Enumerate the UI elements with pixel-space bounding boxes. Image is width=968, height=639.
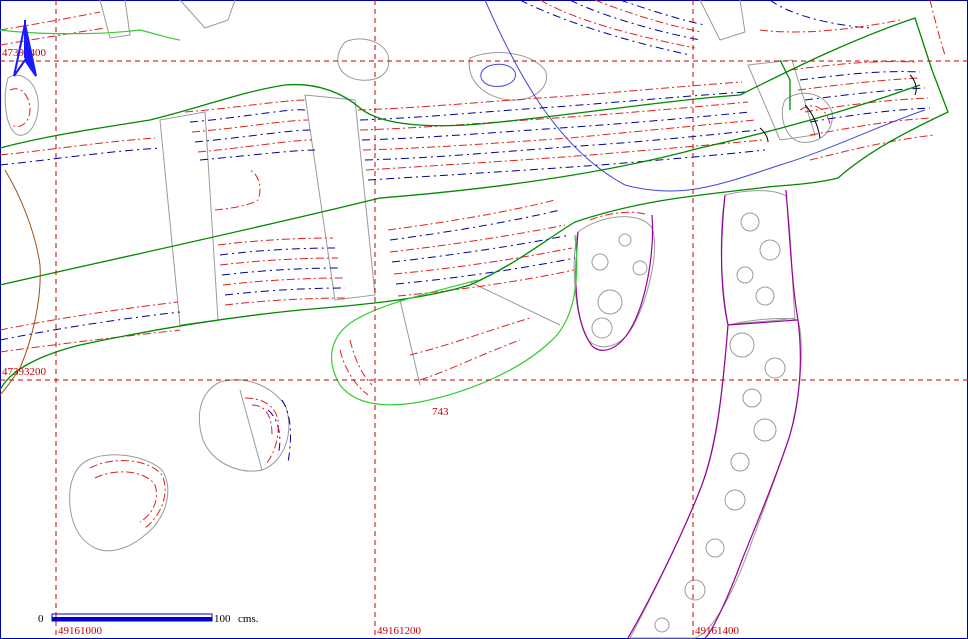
stones-layer [4,0,833,639]
scale-bar-start-label: 0 [38,613,44,625]
purple-outlines [575,189,801,639]
grid-label-x-left: 49161000 [58,625,103,637]
grid-label-y-bottom: 47393200 [2,366,47,378]
green-boundaries [0,17,949,391]
scale-bar-end-label: 100 [214,613,231,625]
excavation-plan-map[interactable]: 47393400 47393200 49161000 49161200 4916… [0,0,968,639]
scale-bar: 0 100 cms. [38,613,259,625]
black-marks [759,74,917,143]
grid-label-x-mid: 49161200 [377,625,422,637]
feature-743-outline [0,29,578,406]
coordinate-grid [0,0,968,639]
map-frame [0,0,968,639]
grid-label-x-right: 49161400 [695,625,740,637]
scale-bar-unit-label: cms. [238,613,259,625]
scale-bar-fill [52,617,212,621]
blue-contours [0,0,931,463]
feature-label-743: 743 [432,406,449,418]
